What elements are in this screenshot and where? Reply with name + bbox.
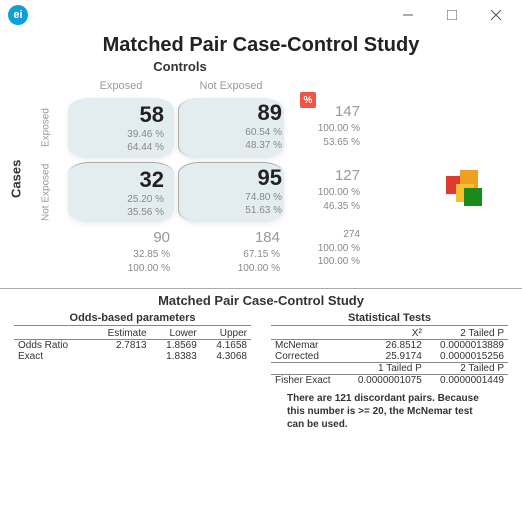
window-titlebar: ei	[0, 0, 522, 30]
cases-heading: Cases	[8, 76, 24, 282]
cell-notexposed-notexposed: 95 74.80 % 51.63 %	[178, 162, 284, 222]
table-row: Odds Ratio2.78131.85694.1658	[14, 340, 251, 352]
row-header-not-exposed: Not Exposed	[26, 160, 66, 224]
row-header-exposed: Exposed	[26, 96, 66, 160]
table-row: Exact1.83834.3068	[14, 351, 251, 362]
odds-table: Odds-based parameters EstimateLowerUpper…	[14, 312, 251, 431]
row1-total: 147 100.00 % 53.65 %	[286, 96, 366, 160]
col2-total: 184 67.15 % 100.00 %	[176, 224, 286, 282]
grand-total: 274 100.00 % 100.00 %	[286, 224, 366, 282]
page-title: Matched Pair Case-Control Study	[0, 34, 522, 57]
app-logo-icon: ei	[8, 5, 28, 25]
controls-heading: Controls	[60, 59, 300, 74]
maximize-button[interactable]	[430, 0, 474, 30]
table-row: Fisher Exact0.00000010750.0000001449	[271, 375, 508, 387]
color-legend-icon[interactable]	[446, 170, 486, 210]
cell-exposed-exposed: 58 39.46 % 64.44 %	[68, 98, 174, 158]
cell-exposed-notexposed: 89 60.54 % 48.37 %	[178, 98, 284, 158]
col1-total: 90 32.85 % 100.00 %	[66, 224, 176, 282]
results-subtitle: Matched Pair Case-Control Study	[0, 288, 522, 308]
percent-badge-icon[interactable]: %	[300, 92, 316, 108]
close-button[interactable]	[474, 0, 518, 30]
table-row: McNemar26.85120.0000013889	[271, 340, 508, 352]
cell-notexposed-exposed: 32 25.20 % 35.56 %	[68, 162, 174, 222]
minimize-button[interactable]	[386, 0, 430, 30]
table-row: Corrected25.91740.0000015256	[271, 351, 508, 363]
row2-total: 127 100.00 % 46.35 %	[286, 160, 366, 224]
col-header-exposed: Exposed	[66, 76, 176, 96]
stats-table: Statistical Tests X²2 Tailed P McNemar26…	[271, 312, 508, 431]
results-tables: Odds-based parameters EstimateLowerUpper…	[0, 312, 522, 431]
col-header-not-exposed: Not Exposed	[176, 76, 286, 96]
discordant-note: There are 121 discordant pairs. Because …	[271, 386, 508, 431]
